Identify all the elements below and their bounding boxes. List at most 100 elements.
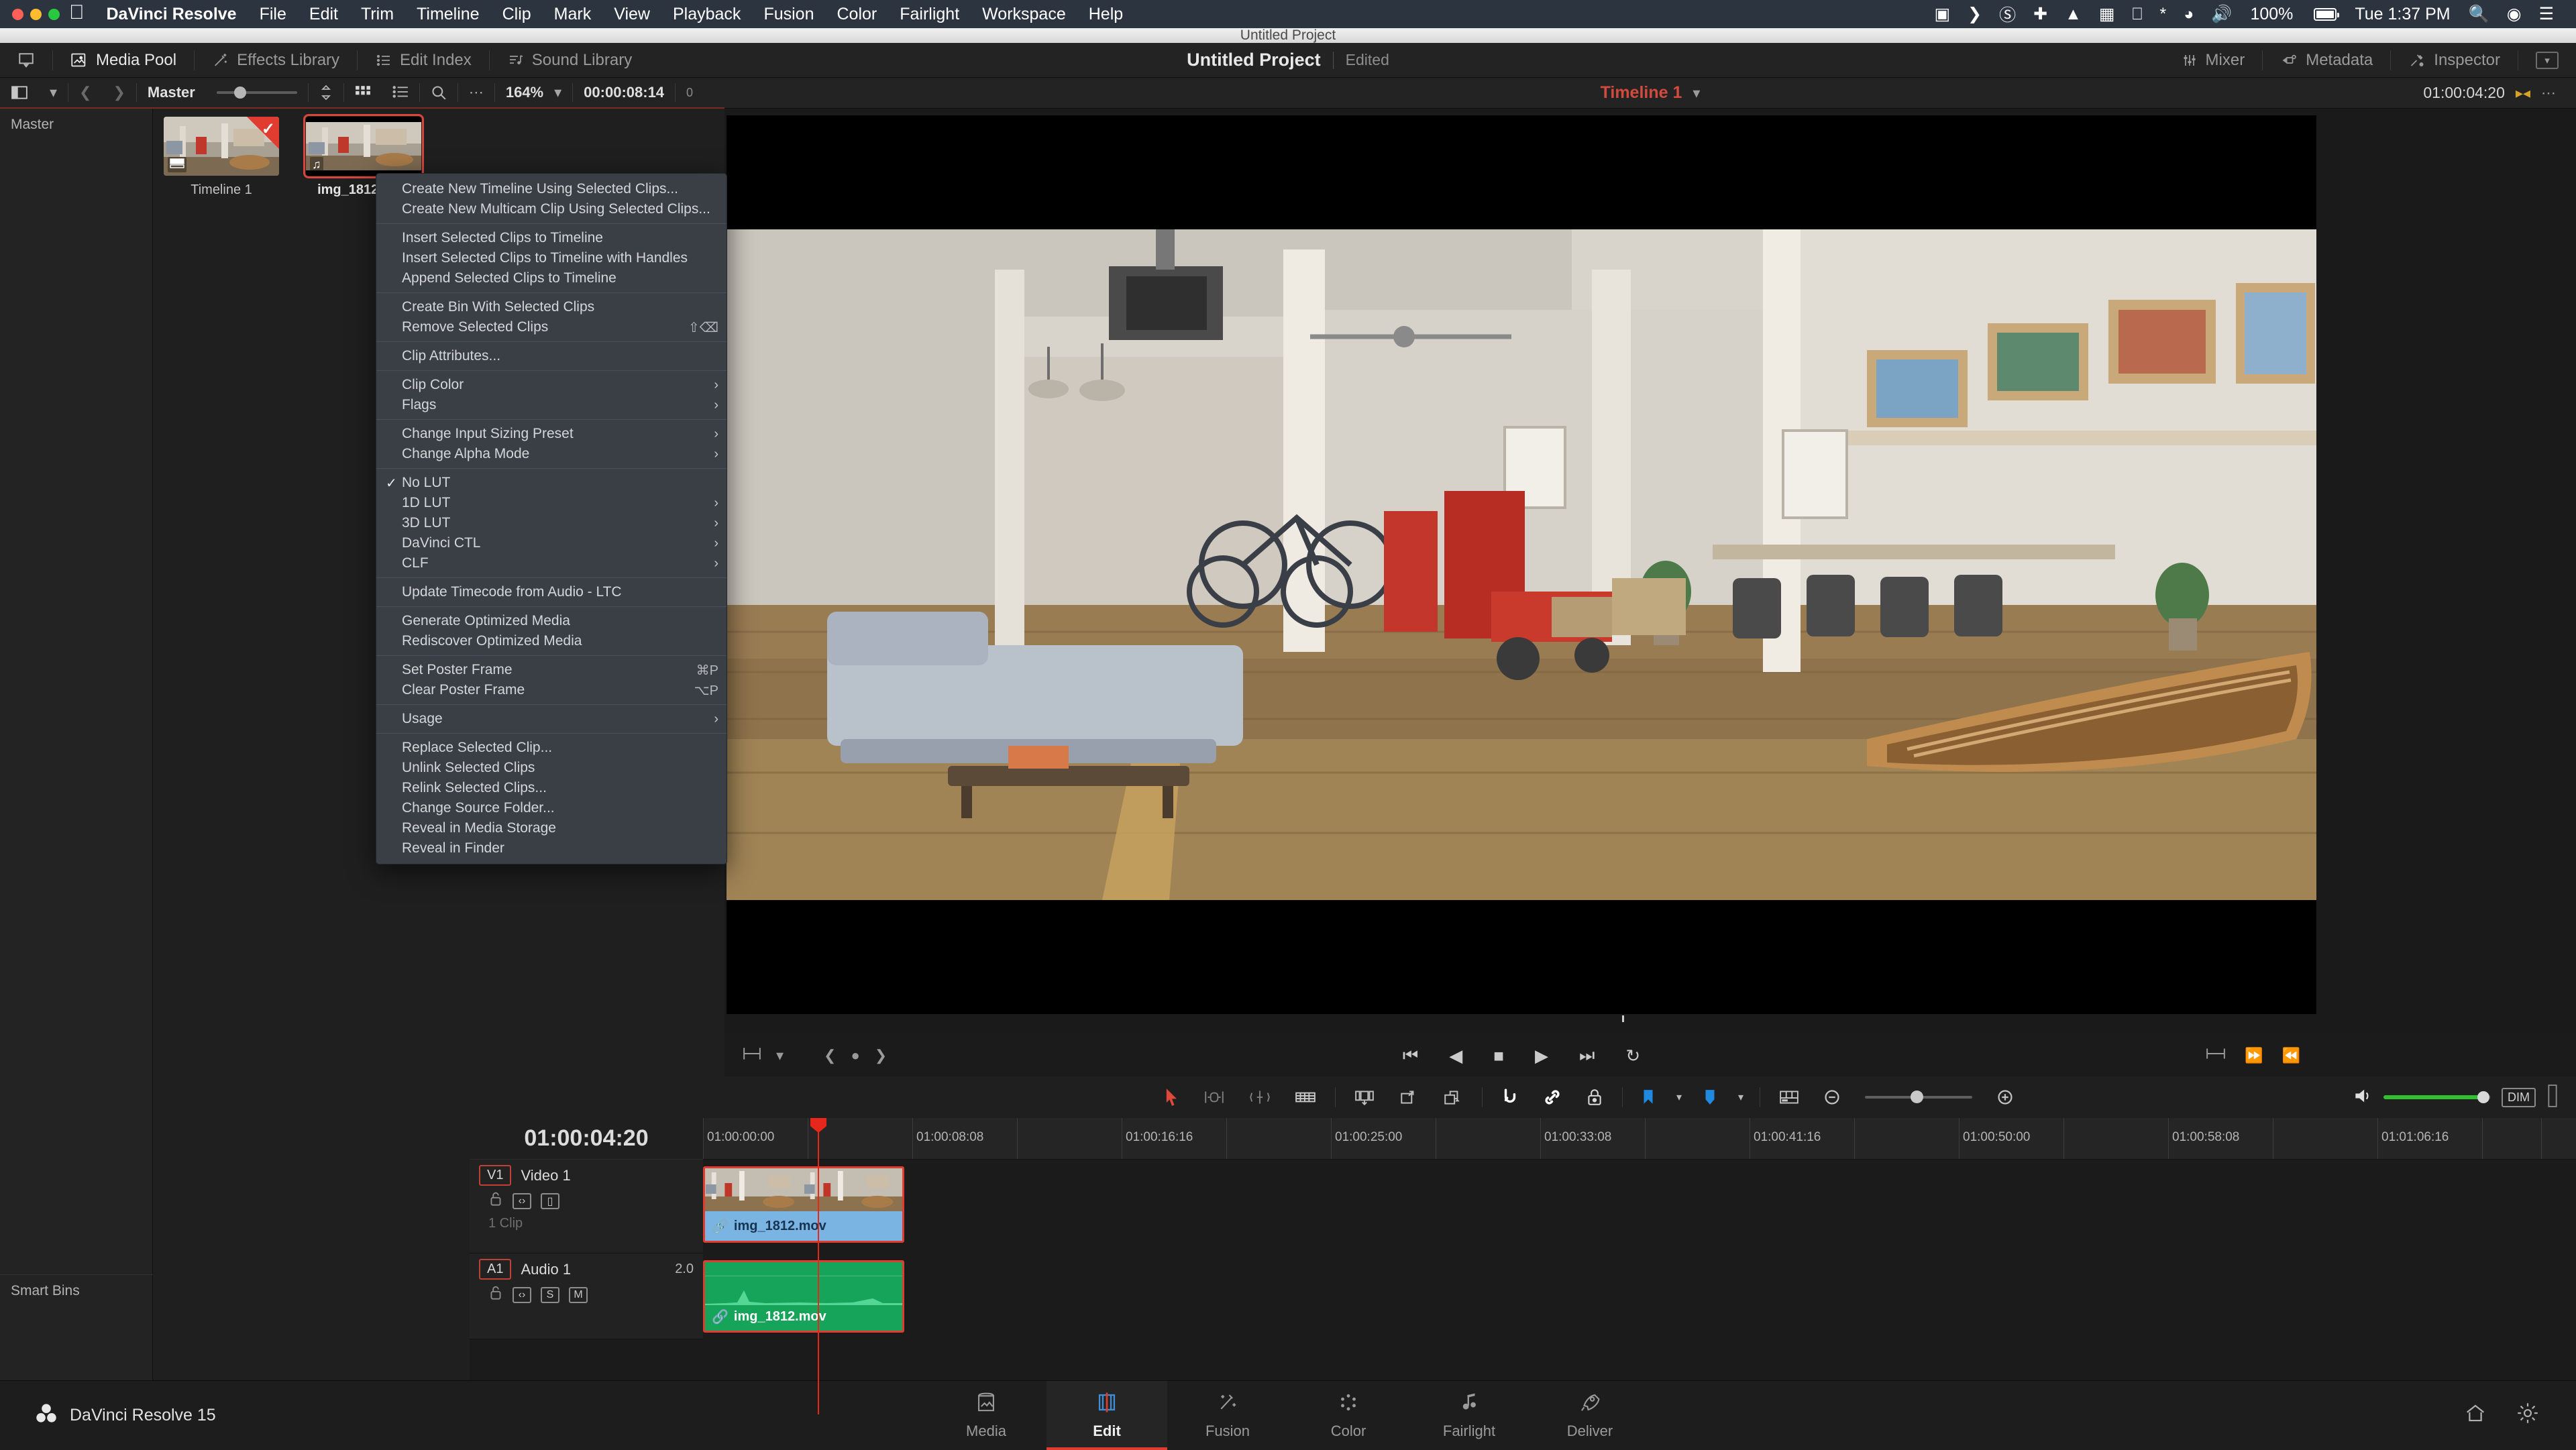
in-out-icon[interactable]: ▸◂ xyxy=(2516,85,2530,102)
jump-to-end-icon[interactable]: ⏭ xyxy=(1579,1045,1595,1066)
clip-context-menu[interactable]: Create New Timeline Using Selected Clips… xyxy=(376,173,727,865)
menu-item-davinci-ctl[interactable]: DaVinci CTL › xyxy=(376,533,727,553)
thumbnail-image[interactable]: ♫ xyxy=(303,114,424,178)
menu-item-replace-selected-clip[interactable]: Replace Selected Clip... xyxy=(376,738,727,758)
loop-icon[interactable]: ↻ xyxy=(1625,1046,1640,1066)
timeline-ruler[interactable]: 01:00:00:00 01:00:08:08 01:00:16:16 01:0… xyxy=(703,1118,2576,1160)
menu-item-set-poster-frame[interactable]: Set Poster Frame ⌘P xyxy=(376,660,727,680)
dim-button[interactable]: DIM xyxy=(2502,1087,2536,1107)
smart-bins-section[interactable]: Smart Bins xyxy=(0,1274,153,1307)
menu-item-insert-clips-handles[interactable]: Insert Selected Clips to Timeline with H… xyxy=(376,248,727,268)
search-icon[interactable] xyxy=(420,78,458,107)
track-header-audio-1[interactable]: A1 Audio 1 2.0 ‹› S M xyxy=(470,1253,703,1339)
menu-item-clear-poster-frame[interactable]: Clear Poster Frame ⌥P xyxy=(376,680,727,700)
panel-collapse-button[interactable]: ▾ xyxy=(2518,43,2576,77)
sound-library-button[interactable]: Sound Library xyxy=(490,43,649,77)
maximize-window-button[interactable] xyxy=(48,8,60,20)
menu-item-unlink-selected-clips[interactable]: Unlink Selected Clips xyxy=(376,758,727,778)
menu-item-3d-lut[interactable]: 3D LUT › xyxy=(376,513,727,533)
wifi-icon[interactable]: ◕ xyxy=(2175,5,2202,24)
mark-in-icon[interactable]: ⏩ xyxy=(2245,1047,2263,1064)
volume-icon[interactable]: 🔊 xyxy=(2202,5,2241,24)
stop-icon[interactable]: ■ xyxy=(1493,1046,1504,1066)
track-badge-a1[interactable]: A1 xyxy=(479,1259,512,1280)
audio-volume-icon[interactable] xyxy=(2354,1087,2373,1108)
menu-item-usage[interactable]: Usage › xyxy=(376,709,727,729)
back-arrow-icon[interactable]: ❮ xyxy=(68,78,102,107)
minimize-window-button[interactable] xyxy=(30,8,42,20)
chevron-down-icon[interactable]: ▾ xyxy=(1667,1091,1691,1104)
dropbox-icon[interactable]: ✚ xyxy=(2025,4,2056,24)
zoom-out-icon[interactable] xyxy=(1811,1089,1853,1106)
battery-icon[interactable] xyxy=(2302,7,2345,21)
panel-toggle-icon[interactable] xyxy=(0,78,39,107)
menu-item-update-timecode-ltc[interactable]: Update Timecode from Audio - LTC xyxy=(376,582,727,602)
menu-trim[interactable]: Trim xyxy=(350,5,405,24)
home-icon[interactable] xyxy=(2465,1403,2486,1428)
menu-item-flags[interactable]: Flags › xyxy=(376,395,727,415)
menu-item-clf[interactable]: CLF › xyxy=(376,553,727,573)
forward-arrow-icon[interactable]: ❯ xyxy=(102,78,136,107)
jump-to-start-icon[interactable]: ⏮ xyxy=(1403,1045,1418,1066)
menu-workspace[interactable]: Workspace xyxy=(971,5,1077,24)
marker-icon[interactable] xyxy=(1629,1089,1667,1106)
insert-clip-icon[interactable] xyxy=(1342,1089,1387,1106)
menu-item-change-input-sizing-preset[interactable]: Change Input Sizing Preset › xyxy=(376,424,727,444)
flag-lock-icon[interactable] xyxy=(1574,1088,1615,1107)
mixer-button[interactable]: Mixer xyxy=(2163,43,2263,77)
chevron-down-icon[interactable]: ▾ xyxy=(2536,51,2559,69)
menu-fusion[interactable]: Fusion xyxy=(752,5,825,24)
menu-item-relink-selected-clips[interactable]: Relink Selected Clips... xyxy=(376,778,727,798)
play-reverse-icon[interactable]: ◀ xyxy=(1449,1046,1462,1066)
control-center-icon[interactable]: ☰ xyxy=(2530,4,2563,24)
inspector-button[interactable]: Inspector xyxy=(2391,43,2518,77)
menu-item-remove-clips[interactable]: Remove Selected Clips ⇧⌫ xyxy=(376,317,727,337)
timeline-view-options-icon[interactable] xyxy=(1767,1089,1811,1106)
snapping-icon[interactable] xyxy=(1489,1088,1531,1107)
next-marker-icon[interactable]: ❯ xyxy=(875,1047,887,1064)
track-name-label[interactable]: Audio 1 xyxy=(521,1261,571,1278)
thumbnail-view-icon[interactable] xyxy=(344,78,382,107)
lock-icon[interactable] xyxy=(488,1285,503,1304)
razor-icon[interactable] xyxy=(1283,1089,1328,1106)
track-badge-v1[interactable]: V1 xyxy=(479,1165,512,1186)
timeline-playhead[interactable] xyxy=(810,1118,826,1414)
in-out-range-icon[interactable] xyxy=(2206,1047,2226,1064)
link-clips-icon[interactable] xyxy=(1531,1088,1574,1107)
menu-item-clip-attributes[interactable]: Clip Attributes... xyxy=(376,346,727,366)
video-enable-icon[interactable]: ▯ xyxy=(541,1192,559,1209)
timeline-zoom-slider[interactable] xyxy=(1853,1091,1984,1103)
bin-item-master[interactable]: Master xyxy=(0,109,152,141)
edit-index-button[interactable]: Edit Index xyxy=(358,43,489,77)
bluetooth-icon[interactable]: * xyxy=(2151,5,2175,24)
timeline-timecode-display[interactable]: 01:00:04:20 xyxy=(470,1118,703,1160)
media-pool-button[interactable]: Media Pool xyxy=(53,43,194,77)
metadata-button[interactable]: Metadata xyxy=(2263,43,2390,77)
menu-file[interactable]: File xyxy=(248,5,298,24)
page-button-fusion[interactable]: Fusion xyxy=(1167,1381,1288,1450)
page-button-fairlight[interactable]: Fairlight xyxy=(1409,1381,1529,1450)
close-window-button[interactable] xyxy=(12,8,23,20)
menu-view[interactable]: View xyxy=(602,5,661,24)
menu-color[interactable]: Color xyxy=(825,5,888,24)
selection-mode-icon[interactable] xyxy=(1152,1088,1191,1107)
menu-item-clip-color[interactable]: Clip Color › xyxy=(376,375,727,395)
place-on-top-icon[interactable] xyxy=(1431,1089,1475,1106)
media-pool-item-timeline-1[interactable]: ✓ Timeline 1 xyxy=(164,117,279,198)
window-traffic-lights[interactable] xyxy=(0,8,60,20)
effects-library-button[interactable]: Effects Library xyxy=(195,43,357,77)
airplay-icon[interactable]: ⎕ xyxy=(2123,5,2151,24)
dynamic-trim-icon[interactable] xyxy=(1237,1089,1283,1106)
menu-item-append-clips[interactable]: Append Selected Clips to Timeline xyxy=(376,268,727,288)
creative-cloud-icon[interactable]: Ⓢ xyxy=(1990,2,2025,26)
menu-item-change-source-folder[interactable]: Change Source Folder... xyxy=(376,798,727,818)
zoom-percent-label[interactable]: 164% xyxy=(495,78,554,107)
menu-fairlight[interactable]: Fairlight xyxy=(888,5,971,24)
volume-slider[interactable] xyxy=(2383,1091,2491,1103)
mark-out-icon[interactable]: ⏪ xyxy=(2282,1047,2300,1064)
thumbnail-size-slider[interactable] xyxy=(206,78,308,107)
chevron-down-icon[interactable]: ▾ xyxy=(39,78,68,107)
menu-item-reveal-in-media-storage[interactable]: Reveal in Media Storage xyxy=(376,818,727,838)
menu-bar-clock[interactable]: Tue 1:37 PM xyxy=(2345,5,2459,24)
timeline-tracks-area[interactable]: 🔗 img_1812.mov 🔗 img_1812.mov xyxy=(703,1160,2576,1414)
